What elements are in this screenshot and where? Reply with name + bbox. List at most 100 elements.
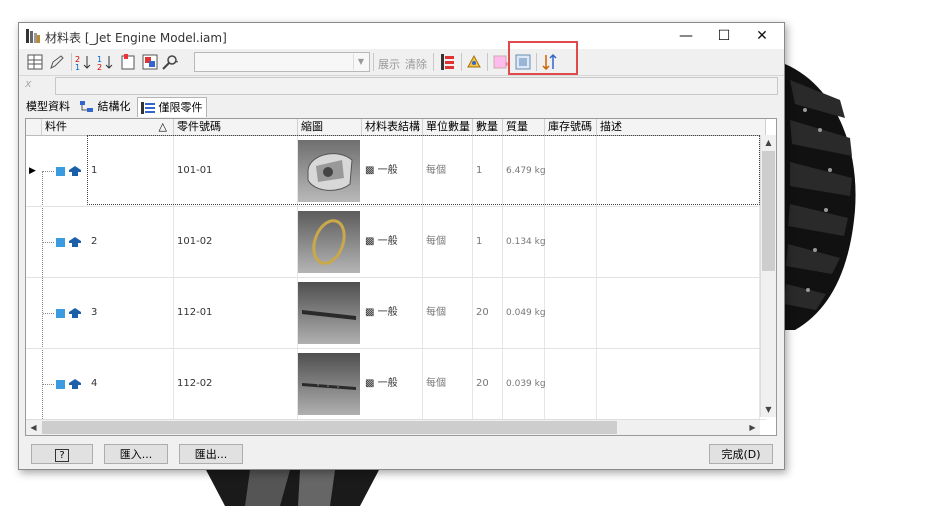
scroll-right-icon[interactable]: ▶ — [745, 420, 760, 435]
done-button[interactable]: 完成(D) — [709, 444, 773, 464]
structure-icon[interactable] — [438, 52, 458, 72]
cell-description[interactable] — [597, 136, 760, 206]
cell-stock-number[interactable] — [545, 349, 597, 419]
help-icon: ? — [55, 449, 69, 462]
svg-text:1: 1 — [75, 63, 80, 72]
cell-bom-structure[interactable]: ▩ 一般 — [362, 278, 423, 348]
header-spacer — [26, 119, 42, 135]
tab-structured[interactable]: 結構化 — [77, 97, 134, 116]
sort-indicator-icon: △ — [158, 120, 167, 133]
cell-item[interactable]: 2 — [88, 207, 174, 277]
cell-qty[interactable]: 1 — [473, 136, 503, 206]
cell-stock-number[interactable] — [545, 278, 597, 348]
svg-text:2: 2 — [97, 63, 102, 72]
bom-structure-icon: ▩ — [365, 378, 375, 389]
cell-mass[interactable]: 0.039 kg — [503, 349, 546, 419]
scroll-down-icon[interactable]: ▼ — [761, 402, 776, 417]
cell-description[interactable] — [597, 349, 760, 419]
cell-bom-structure[interactable]: ▩ 一般 — [362, 136, 423, 206]
cell-unit-qty[interactable]: 每個 — [423, 349, 473, 419]
chevron-down-icon[interactable]: ▼ — [353, 54, 368, 70]
header-mass[interactable]: 質量 — [503, 119, 545, 135]
cell-part-number[interactable]: 112-01 — [174, 278, 298, 348]
cell-stock-number[interactable] — [545, 136, 597, 206]
cell-item[interactable]: 4 — [88, 349, 174, 419]
table-row[interactable]: 4 112-02 ▩ 一般 每個 20 0.039 kg — [26, 349, 766, 420]
cell-qty[interactable]: 20 — [473, 278, 503, 348]
bom-settings-icon[interactable] — [140, 52, 160, 72]
bom-structure-icon: ▩ — [365, 165, 375, 176]
find-icon[interactable] — [160, 52, 180, 72]
cell-mass[interactable]: 0.134 kg — [503, 207, 546, 277]
table-row[interactable]: 3 112-01 ▩ 一般 每個 20 0.049 kg — [26, 278, 766, 349]
help-button[interactable]: ? — [31, 444, 93, 464]
cell-mass[interactable]: 6.479 kg — [503, 136, 546, 206]
header-item[interactable]: 料件 △ — [42, 119, 174, 135]
tab-model-data[interactable]: 模型資料 — [23, 97, 73, 116]
blade-thumbnail — [298, 282, 360, 344]
cell-description[interactable] — [597, 207, 760, 277]
part-icon — [56, 308, 81, 318]
export-bom-icon[interactable] — [25, 52, 45, 72]
vertical-scrollbar[interactable]: ▲ ▼ — [760, 135, 776, 417]
cell-part-number[interactable]: 112-02 — [174, 349, 298, 419]
part-icon — [56, 166, 81, 176]
header-description[interactable]: 描述 — [597, 119, 766, 135]
cell-description[interactable] — [597, 278, 760, 348]
formula-icon: x — [25, 77, 32, 90]
tab-bar: 模型資料 結構化 僅限零件 — [19, 97, 784, 117]
edit-icon[interactable] — [47, 52, 67, 72]
view-combo[interactable]: ▼ — [194, 52, 370, 72]
bom-icon — [26, 29, 40, 43]
highlight-box — [508, 41, 578, 75]
table-header: 料件 △ 零件號碼 縮圖 材料表結構 單位數量 數量 質量 庫存號碼 描述 — [26, 119, 766, 136]
main-toolbar: 21 12 ▼ 展示 清除 — [19, 41, 784, 76]
blade-thumbnail — [298, 353, 360, 415]
cell-unit-qty[interactable]: 每個 — [423, 207, 473, 277]
cell-stock-number[interactable] — [545, 207, 597, 277]
cell-item[interactable]: 3 — [88, 278, 174, 348]
scrollbar-thumb[interactable] — [42, 421, 617, 434]
show-button[interactable]: 展示 — [378, 56, 400, 72]
part-icon — [56, 237, 81, 247]
tab-parts-only[interactable]: 僅限零件 — [137, 97, 207, 117]
header-part-number[interactable]: 零件號碼 — [174, 119, 298, 135]
cell-unit-qty[interactable]: 每個 — [423, 278, 473, 348]
scrollbar-thumb[interactable] — [762, 151, 775, 271]
item-override-icon[interactable] — [118, 52, 138, 72]
table-row[interactable]: ▶ 1 101-01 ▩ 一般 每個 1 6.479 kg — [26, 135, 766, 207]
window-title: 材料表 [_Jet Engine Model.iam] — [45, 31, 227, 45]
scroll-up-icon[interactable]: ▲ — [761, 135, 776, 150]
title-bar: 材料表 [_Jet Engine Model.iam] — ☐ ✕ — [19, 23, 784, 49]
part-number-merge-icon[interactable] — [464, 52, 484, 72]
structured-icon — [80, 101, 93, 112]
formula-bar: x — [19, 75, 784, 95]
cell-part-number[interactable]: 101-01 — [174, 136, 298, 206]
cell-bom-structure[interactable]: ▩ 一般 — [362, 207, 423, 277]
horizontal-scrollbar[interactable]: ◀ ▶ — [26, 419, 760, 435]
bom-structure-icon: ▩ — [365, 236, 375, 247]
export-button[interactable]: 匯出... — [179, 444, 243, 464]
cell-mass[interactable]: 0.049 kg — [503, 278, 546, 348]
table-row[interactable]: 2 101-02 ▩ 一般 每個 1 0.134 kg — [26, 207, 766, 278]
cell-part-number[interactable]: 101-02 — [174, 207, 298, 277]
header-unit-qty[interactable]: 單位數量 — [423, 119, 473, 135]
current-row-icon: ▶ — [29, 166, 36, 176]
part-icon — [56, 379, 81, 389]
import-button[interactable]: 匯入... — [104, 444, 168, 464]
header-thumbnail[interactable]: 縮圖 — [298, 119, 362, 135]
cell-bom-structure[interactable]: ▩ 一般 — [362, 349, 423, 419]
formula-input[interactable] — [55, 77, 778, 95]
header-qty[interactable]: 數量 — [473, 119, 503, 135]
header-stock-number[interactable]: 庫存號碼 — [545, 119, 597, 135]
renumber-icon[interactable]: 12 — [96, 52, 116, 72]
cell-unit-qty[interactable]: 每個 — [423, 136, 473, 206]
header-bom-structure[interactable]: 材料表結構 — [362, 119, 423, 135]
scroll-left-icon[interactable]: ◀ — [26, 420, 41, 435]
sort-ascending-icon[interactable]: 21 — [74, 52, 94, 72]
cell-qty[interactable]: 1 — [473, 207, 503, 277]
clear-button[interactable]: 清除 — [405, 56, 427, 72]
close-icon[interactable]: ✕ — [740, 23, 784, 49]
cell-qty[interactable]: 20 — [473, 349, 503, 419]
cell-item[interactable]: 1 — [88, 136, 174, 206]
